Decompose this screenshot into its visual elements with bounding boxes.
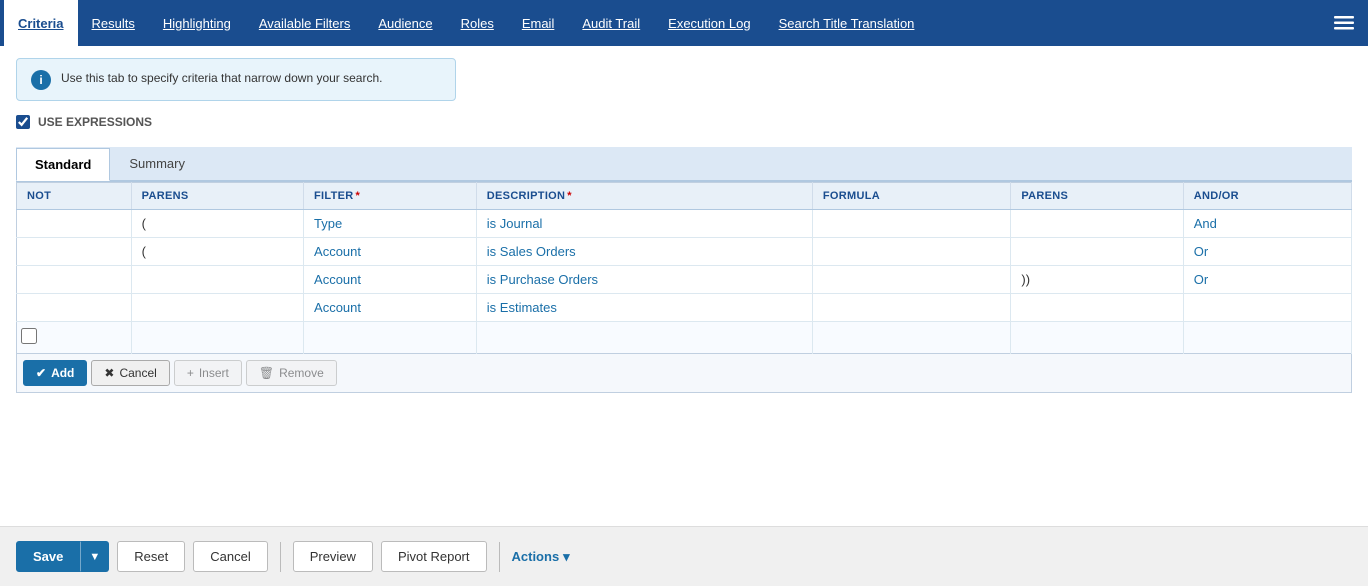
separator-2 (499, 542, 500, 572)
info-text: Use this tab to specify criteria that na… (61, 69, 382, 87)
tab-execution-log[interactable]: Execution Log (654, 0, 764, 46)
criteria-table: NOT PARENS FILTER* DESCRIPTION* FORMULA … (16, 182, 1352, 354)
col-header-not: NOT (17, 183, 132, 210)
use-expressions-checkbox[interactable] (16, 115, 30, 129)
tab-search-title-translation[interactable]: Search Title Translation (765, 0, 929, 46)
cell-not (17, 294, 132, 322)
cell-parens-close-new (1011, 322, 1183, 354)
actions-link[interactable]: Actions ▾ (512, 549, 570, 565)
tab-roles[interactable]: Roles (447, 0, 508, 46)
cell-filter: Account (304, 238, 477, 266)
subtabs: Standard Summary (16, 147, 1352, 182)
cell-parens-open: ( (131, 210, 303, 238)
preview-button[interactable]: Preview (293, 541, 373, 572)
tab-highlighting[interactable]: Highlighting (149, 0, 245, 46)
insert-icon: + (187, 366, 194, 380)
cell-formula-new (812, 322, 1010, 354)
tab-criteria[interactable]: Criteria (4, 0, 78, 46)
nav-icon-button[interactable] (1324, 0, 1364, 46)
cell-parens-close: )) (1011, 266, 1183, 294)
filter-required: * (356, 190, 361, 202)
col-header-filter: FILTER* (304, 183, 477, 210)
cancel-button[interactable]: Cancel (193, 541, 267, 572)
table-row: ( Type is Journal And (17, 210, 1352, 238)
new-row-checkbox[interactable] (21, 328, 37, 344)
save-dropdown-button[interactable]: ▼ (80, 541, 109, 572)
cell-not (17, 238, 132, 266)
cell-not (17, 266, 132, 294)
cell-not-new[interactable] (17, 322, 132, 354)
tab-audience[interactable]: Audience (364, 0, 446, 46)
cell-formula (812, 294, 1010, 322)
cancel-icon: ✖ (104, 366, 114, 380)
cell-andor (1183, 294, 1351, 322)
subtab-standard[interactable]: Standard (16, 148, 110, 181)
cell-description: is Journal (476, 210, 812, 238)
cell-description: is Sales Orders (476, 238, 812, 266)
cell-filter: Type (304, 210, 477, 238)
cell-description: is Purchase Orders (476, 266, 812, 294)
save-group: Save ▼ (16, 541, 109, 572)
cell-andor: Or (1183, 238, 1351, 266)
save-button[interactable]: Save (16, 541, 80, 572)
cell-formula (812, 266, 1010, 294)
cell-parens-close (1011, 210, 1183, 238)
separator-1 (280, 542, 281, 572)
bottom-toolbar: Save ▼ Reset Cancel Preview Pivot Report… (0, 526, 1368, 586)
tab-email[interactable]: Email (508, 0, 569, 46)
actions-chevron-icon: ▾ (563, 549, 570, 565)
col-header-description: DESCRIPTION* (476, 183, 812, 210)
desc-required: * (567, 190, 572, 202)
cell-not (17, 210, 132, 238)
cell-description: is Estimates (476, 294, 812, 322)
cell-parens-close (1011, 294, 1183, 322)
cell-filter: Account (304, 294, 477, 322)
main-content: i Use this tab to specify criteria that … (0, 46, 1368, 526)
tab-results[interactable]: Results (78, 0, 149, 46)
cell-andor-new (1183, 322, 1351, 354)
tab-audit-trail[interactable]: Audit Trail (568, 0, 654, 46)
cell-formula (812, 238, 1010, 266)
cell-andor: And (1183, 210, 1351, 238)
tab-available-filters[interactable]: Available Filters (245, 0, 365, 46)
subtab-summary[interactable]: Summary (110, 147, 204, 180)
cell-description-new (476, 322, 812, 354)
use-expressions-label: USE EXPRESSIONS (38, 115, 152, 129)
remove-icon: 🗑 (259, 366, 274, 380)
col-header-andor: AND/OR (1183, 183, 1351, 210)
cell-parens-open-new (131, 322, 303, 354)
add-button[interactable]: ✔ Add (23, 360, 87, 386)
remove-button[interactable]: 🗑 Remove (246, 360, 337, 386)
pivot-report-button[interactable]: Pivot Report (381, 541, 487, 572)
cell-parens-close (1011, 238, 1183, 266)
cell-formula (812, 210, 1010, 238)
use-expressions-row: USE EXPRESSIONS (16, 115, 1352, 129)
cell-filter: Account (304, 266, 477, 294)
cell-filter-new (304, 322, 477, 354)
cell-parens-open (131, 294, 303, 322)
cancel-row-button[interactable]: ✖ Cancel (91, 360, 169, 386)
col-header-parens-open: PARENS (131, 183, 303, 210)
info-icon: i (31, 70, 51, 90)
cell-andor: Or (1183, 266, 1351, 294)
actions-label: Actions (512, 549, 560, 564)
table-row: ( Account is Sales Orders Or (17, 238, 1352, 266)
top-navigation: Criteria Results Highlighting Available … (0, 0, 1368, 46)
new-input-row (17, 322, 1352, 354)
reset-button[interactable]: Reset (117, 541, 185, 572)
table-row: Account is Purchase Orders )) Or (17, 266, 1352, 294)
cell-parens-open: ( (131, 238, 303, 266)
info-box: i Use this tab to specify criteria that … (16, 58, 456, 101)
add-icon: ✔ (36, 366, 46, 380)
col-header-formula: FORMULA (812, 183, 1010, 210)
insert-button[interactable]: + Insert (174, 360, 242, 386)
col-header-parens-close: PARENS (1011, 183, 1183, 210)
row-action-buttons: ✔ Add ✖ Cancel + Insert 🗑 Remove (16, 354, 1352, 393)
cell-parens-open (131, 266, 303, 294)
table-row: Account is Estimates (17, 294, 1352, 322)
